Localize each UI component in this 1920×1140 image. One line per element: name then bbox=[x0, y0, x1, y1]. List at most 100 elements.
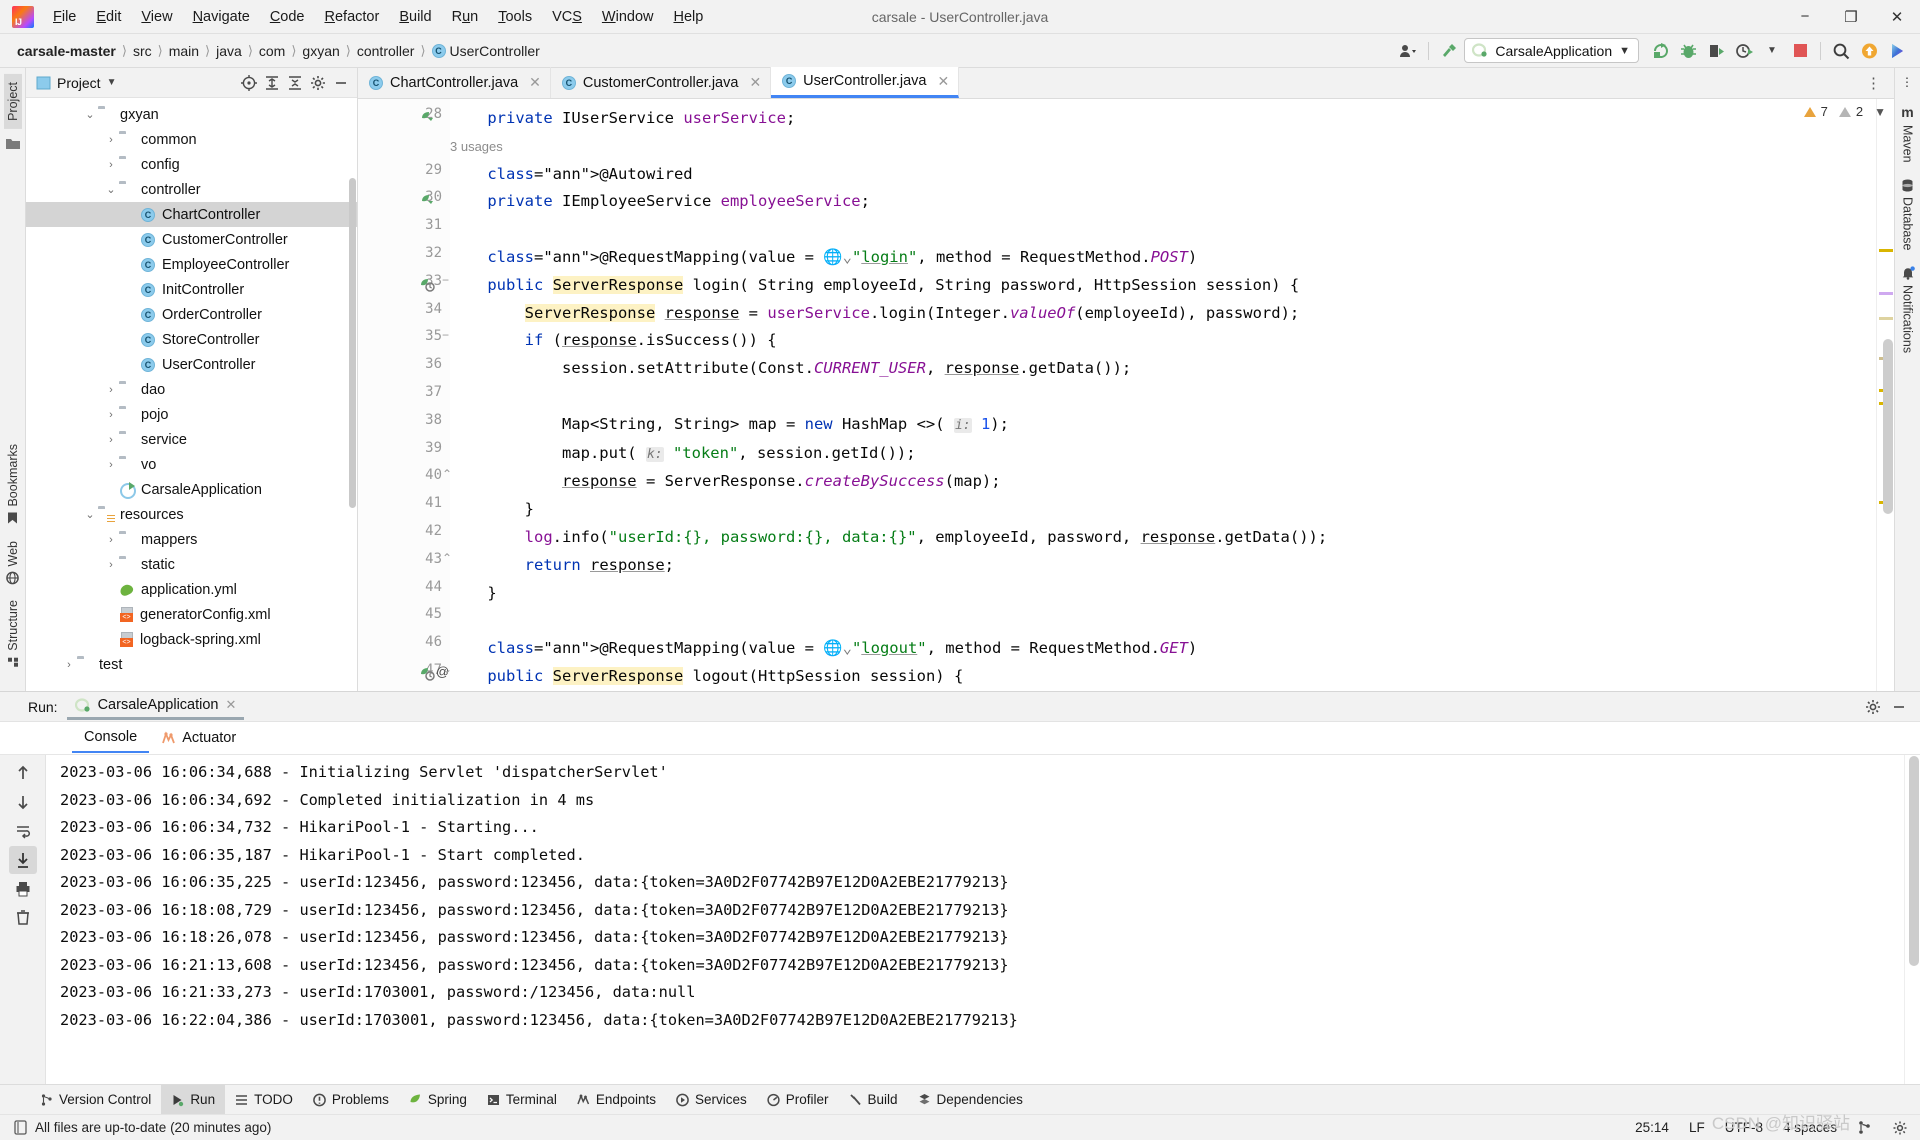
ide-updates-icon[interactable] bbox=[1884, 38, 1910, 64]
breadcrumb-item-gxyan[interactable]: gxyan bbox=[297, 41, 344, 61]
menu-edit[interactable]: Edit bbox=[87, 5, 130, 29]
minimize-button[interactable]: − bbox=[1782, 0, 1828, 33]
tool-window-button-dependencies[interactable]: Dependencies bbox=[908, 1085, 1033, 1114]
main-menu[interactable]: FFileile Edit View Navigate Code Refacto… bbox=[44, 5, 712, 29]
error-stripe-bar[interactable] bbox=[1876, 99, 1894, 691]
run-subtab-actuator[interactable]: Actuator bbox=[149, 724, 248, 752]
line-separator[interactable]: LF bbox=[1689, 1120, 1705, 1135]
tree-item[interactable]: › mappers bbox=[26, 527, 357, 552]
soft-wrap-icon[interactable] bbox=[9, 817, 37, 845]
chevron-down-icon[interactable]: ▼ bbox=[1619, 45, 1630, 57]
close-icon[interactable]: ✕ bbox=[937, 73, 949, 90]
breadcrumb-item-main[interactable]: main bbox=[164, 41, 204, 61]
tool-window-button-todo[interactable]: TODO bbox=[225, 1085, 303, 1114]
close-icon[interactable]: ✕ bbox=[225, 697, 236, 713]
tree-item[interactable]: › common bbox=[26, 127, 357, 152]
tree-toggle-arrow[interactable]: › bbox=[103, 384, 119, 396]
tool-window-button-version-control[interactable]: Version Control bbox=[30, 1085, 161, 1114]
tool-window-button-run[interactable]: Run bbox=[161, 1085, 226, 1114]
tree-item[interactable]: C ChartController bbox=[26, 202, 357, 227]
menu-navigate[interactable]: Navigate bbox=[184, 5, 259, 29]
project-tree[interactable]: ⌄ gxyan › common › config ⌄ controller C ChartCon… bbox=[26, 98, 357, 691]
maximize-button[interactable]: ❐ bbox=[1828, 0, 1874, 33]
tool-strip-bookmarks[interactable]: Bookmarks bbox=[4, 436, 22, 533]
tool-window-button-endpoints[interactable]: Endpoints bbox=[567, 1085, 666, 1114]
tree-item[interactable]: ⌄ controller bbox=[26, 177, 357, 202]
tree-toggle-arrow[interactable]: › bbox=[103, 534, 119, 546]
console-scrollbar-thumb[interactable] bbox=[1909, 756, 1919, 966]
spring-bean-gutter-icon[interactable] bbox=[420, 110, 435, 125]
menu-refactor[interactable]: Refactor bbox=[316, 5, 389, 29]
tree-toggle-arrow[interactable]: › bbox=[61, 659, 77, 671]
search-everywhere-icon[interactable] bbox=[1828, 38, 1854, 64]
menu-code[interactable]: Code bbox=[261, 5, 314, 29]
expand-all-icon[interactable] bbox=[261, 72, 283, 94]
tree-toggle-arrow[interactable]: › bbox=[103, 159, 119, 171]
menu-vcs[interactable]: VCS bbox=[543, 5, 591, 29]
tool-strip-project[interactable]: Project bbox=[3, 74, 22, 129]
chevron-down-icon[interactable]: ▼ bbox=[1874, 105, 1886, 119]
hammer-build-icon[interactable] bbox=[1436, 38, 1462, 64]
file-encoding[interactable]: UTF-8 bbox=[1725, 1120, 1763, 1135]
tool-strip-notifications[interactable]: Notifications bbox=[1899, 258, 1917, 361]
breadcrumb-item-controller[interactable]: controller bbox=[352, 41, 420, 61]
menu-window[interactable]: Window bbox=[593, 5, 663, 29]
stripe-marker[interactable] bbox=[1879, 292, 1893, 295]
tree-item[interactable]: C OrderController bbox=[26, 302, 357, 327]
gear-icon[interactable] bbox=[1862, 696, 1884, 718]
more-options-icon[interactable]: ⋮ bbox=[1901, 72, 1914, 96]
tool-window-button-problems[interactable]: Problems bbox=[303, 1085, 399, 1114]
run-configuration-selector[interactable]: CarsaleApplication ▼ bbox=[1464, 38, 1639, 63]
menu-file[interactable]: FFileile bbox=[44, 5, 85, 29]
editor-tab[interactable]: C ChartController.java ✕ bbox=[358, 67, 551, 98]
editor-gutter[interactable]: 28 29 30 31 32 33 34 35 36 37 38 39 40 41 42 43 44 45 46 47… bbox=[358, 99, 452, 691]
tree-item[interactable]: › config bbox=[26, 152, 357, 177]
tree-item[interactable]: C InitController bbox=[26, 277, 357, 302]
breadcrumb-item-usercontroller[interactable]: C UserController bbox=[427, 41, 545, 61]
code-viewport[interactable]: private IUserService userService; 3 usag… bbox=[450, 99, 1876, 691]
code-fold-marker[interactable]: − bbox=[442, 322, 449, 350]
menu-run[interactable]: Run bbox=[443, 5, 488, 29]
tree-item[interactable]: › static bbox=[26, 552, 357, 577]
tool-window-button-build[interactable]: Build bbox=[839, 1085, 908, 1114]
tree-item[interactable]: application.yml bbox=[26, 577, 357, 602]
tree-item[interactable]: C EmployeeController bbox=[26, 252, 357, 277]
tree-toggle-arrow[interactable]: › bbox=[103, 434, 119, 446]
tree-item[interactable]: ⌄ gxyan bbox=[26, 102, 357, 127]
update-project-icon[interactable] bbox=[1856, 38, 1882, 64]
scroll-to-end-icon[interactable] bbox=[8, 846, 37, 874]
tree-item[interactable]: C CustomerController bbox=[26, 227, 357, 252]
tool-strip-maven[interactable]: m Maven bbox=[1899, 96, 1917, 171]
tree-toggle-arrow[interactable]: › bbox=[103, 134, 119, 146]
tree-item[interactable]: ⌄ resources bbox=[26, 502, 357, 527]
menu-view[interactable]: View bbox=[132, 5, 181, 29]
tree-item[interactable]: › service bbox=[26, 427, 357, 452]
editor-tabs-more-icon[interactable]: ⋮ bbox=[1854, 74, 1894, 92]
project-tree-scrollbar[interactable] bbox=[349, 178, 356, 508]
tree-item[interactable]: CarsaleApplication bbox=[26, 477, 357, 502]
tool-window-bar[interactable]: Version Control Run TODO Problems Spring Term… bbox=[0, 1084, 1920, 1114]
breadcrumb-item-com[interactable]: com bbox=[254, 41, 290, 61]
tree-item[interactable]: C StoreController bbox=[26, 327, 357, 352]
tool-strip-structure[interactable]: Structure bbox=[4, 592, 22, 677]
menu-tools[interactable]: Tools bbox=[489, 5, 541, 29]
run-with-coverage-button[interactable] bbox=[1703, 38, 1729, 64]
chevron-down-icon[interactable]: ▼ bbox=[1759, 38, 1785, 64]
debug-button[interactable] bbox=[1675, 38, 1701, 64]
source-code[interactable]: private IUserService userService; 3 usag… bbox=[450, 99, 1876, 691]
tree-item[interactable]: C UserController bbox=[26, 352, 357, 377]
stripe-warning[interactable] bbox=[1879, 249, 1893, 252]
collapse-all-icon[interactable] bbox=[284, 72, 306, 94]
print-icon[interactable] bbox=[9, 875, 37, 903]
select-opened-file-icon[interactable] bbox=[238, 72, 260, 94]
tree-item[interactable]: › dao bbox=[26, 377, 357, 402]
tree-toggle-arrow[interactable]: › bbox=[103, 409, 119, 421]
editor-tab-bar[interactable]: C ChartController.java ✕ C CustomerControlle… bbox=[358, 67, 1894, 99]
menu-build[interactable]: Build bbox=[390, 5, 440, 29]
clear-all-icon[interactable] bbox=[9, 904, 37, 932]
scroll-down-icon[interactable] bbox=[9, 788, 37, 816]
editor-tab[interactable]: C UserController.java ✕ bbox=[771, 67, 960, 98]
breadcrumb-item-src[interactable]: src bbox=[128, 41, 157, 61]
run-subtab-console[interactable]: Console bbox=[72, 723, 150, 753]
tree-item[interactable]: › test bbox=[26, 652, 357, 677]
